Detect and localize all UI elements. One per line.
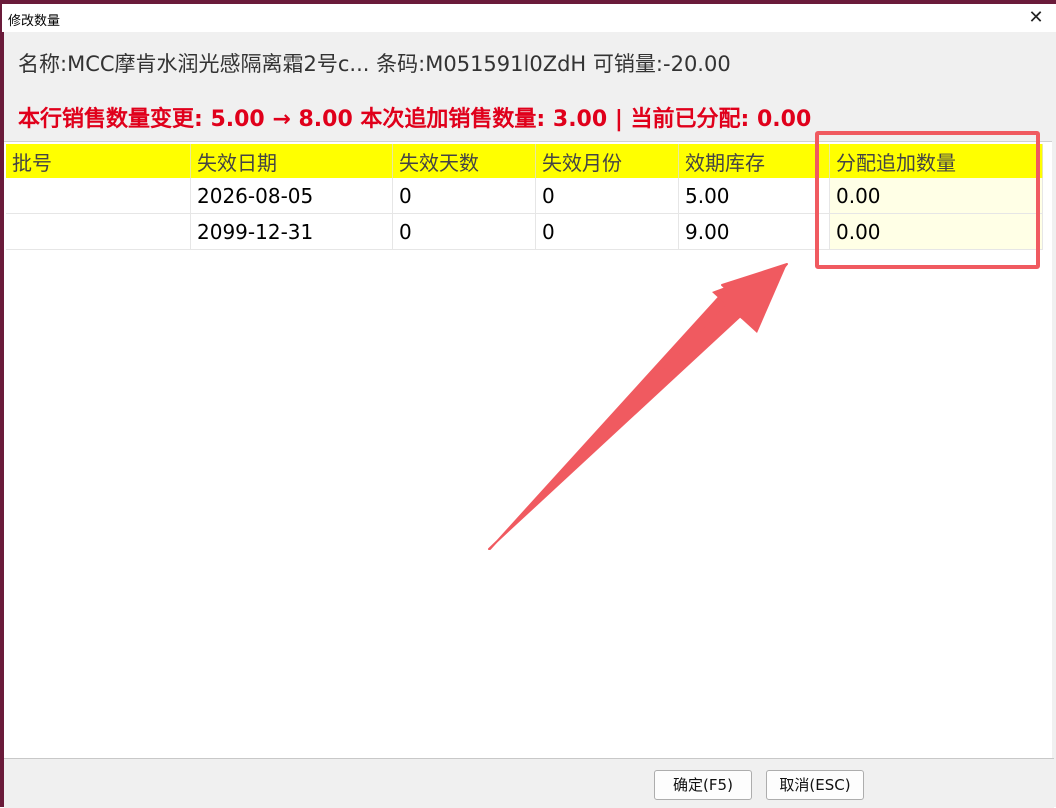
cell-expiry-date[interactable]: 2026-08-05 — [190, 178, 393, 214]
cell-batch-no[interactable] — [6, 178, 191, 214]
dialog-footer: 确定(F5) 取消(ESC) — [4, 758, 1054, 808]
batch-grid[interactable]: 批号 失效日期 失效天数 失效月份 效期库存 分配追加数量 2026-08-05… — [4, 141, 1052, 758]
col-expiry-month[interactable]: 失效月份 — [535, 144, 679, 178]
col-expiry-days[interactable]: 失效天数 — [392, 144, 536, 178]
confirm-button[interactable]: 确定(F5) — [654, 770, 752, 800]
table-row[interactable]: 2026-08-05 0 0 5.00 0.00 — [6, 178, 1043, 214]
col-alloc-qty[interactable]: 分配追加数量 — [829, 144, 1043, 178]
close-icon[interactable]: ✕ — [1026, 7, 1046, 29]
name-label: 名称: — [18, 52, 68, 76]
cell-alloc-qty[interactable]: 0.00 — [829, 178, 1043, 214]
cell-stock[interactable]: 5.00 — [678, 178, 830, 214]
cell-expiry-date[interactable]: 2099-12-31 — [190, 213, 393, 250]
table-header-row: 批号 失效日期 失效天数 失效月份 效期库存 分配追加数量 — [6, 144, 1043, 178]
available-label: 可销量: — [592, 52, 663, 76]
window-title: 修改数量 — [8, 14, 61, 29]
col-stock[interactable]: 效期库存 — [678, 144, 830, 178]
col-expiry-date[interactable]: 失效日期 — [190, 144, 393, 178]
barcode-label: 条码: — [376, 52, 426, 76]
cell-expiry-days[interactable]: 0 — [392, 178, 536, 214]
quantity-change-summary: 本行销售数量变更: 5.00 → 8.00 本次追加销售数量: 3.00 | 当… — [18, 107, 812, 132]
product-info-line: 名称:MCC摩肯水润光感隔离霜2号c... 条码:M051591l0ZdH 可销… — [18, 48, 731, 78]
title-bar[interactable]: 修改数量 ✕ — [2, 4, 1056, 32]
cell-expiry-month[interactable]: 0 — [535, 178, 679, 214]
table-row[interactable]: 2099-12-31 0 0 9.00 0.00 — [6, 213, 1043, 250]
name-value: MCC摩肯水润光感隔离霜2号c... — [67, 52, 370, 76]
cell-stock[interactable]: 9.00 — [678, 213, 830, 250]
col-batch-no[interactable]: 批号 — [6, 144, 191, 178]
cell-expiry-days[interactable]: 0 — [392, 213, 536, 250]
cell-expiry-month[interactable]: 0 — [535, 213, 679, 250]
dialog-window: 修改数量 ✕ 名称:MCC摩肯水润光感隔离霜2号c... 条码:M051591l… — [0, 0, 1056, 808]
barcode-value: M051591l0ZdH — [425, 52, 587, 76]
batch-table[interactable]: 批号 失效日期 失效天数 失效月份 效期库存 分配追加数量 2026-08-05… — [6, 144, 1043, 250]
cancel-button[interactable]: 取消(ESC) — [766, 770, 864, 800]
cell-alloc-qty[interactable]: 0.00 — [829, 213, 1043, 250]
available-value: -20.00 — [663, 52, 731, 76]
cell-batch-no[interactable] — [6, 213, 191, 250]
